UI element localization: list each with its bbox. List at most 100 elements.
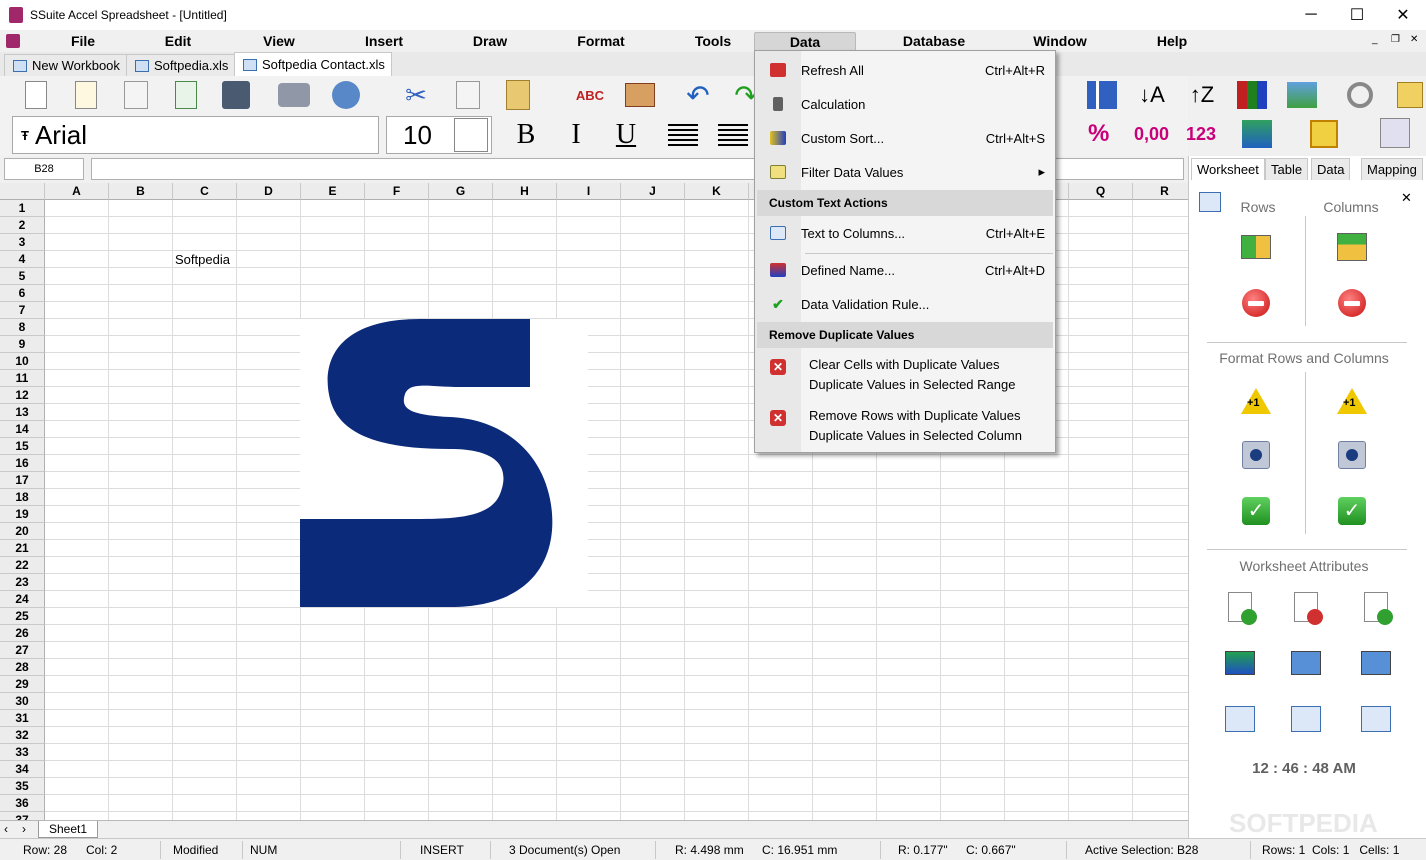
underline-button[interactable]: U (608, 118, 644, 152)
row-header[interactable]: 33 (0, 744, 45, 761)
column-autofit-icon[interactable]: ✓ (1335, 494, 1369, 528)
copy-sheet-icon[interactable] (1223, 702, 1257, 736)
row-header[interactable]: 23 (0, 574, 45, 591)
row-header[interactable]: 22 (0, 557, 45, 574)
font-size-stepper[interactable] (454, 118, 488, 152)
row-header[interactable]: 2 (0, 217, 45, 234)
panel-tab-table[interactable]: Table (1265, 158, 1309, 180)
row-header[interactable]: 17 (0, 472, 45, 489)
minimize-button[interactable]: ─ (1288, 0, 1334, 30)
row-header[interactable]: 34 (0, 761, 45, 778)
copy-document-icon[interactable] (118, 78, 154, 112)
table-border-icon[interactable] (1310, 120, 1338, 148)
row-header[interactable]: 5 (0, 268, 45, 285)
row-header[interactable]: 8 (0, 319, 45, 336)
insert-row-icon[interactable] (1239, 230, 1273, 264)
align-left-icon[interactable] (668, 124, 698, 146)
save-icon[interactable] (218, 78, 254, 112)
close-button[interactable]: ✕ (1380, 0, 1426, 30)
menu-item-filter-data[interactable]: Filter Data Values ▸ (755, 155, 1055, 189)
add-sheet-icon[interactable] (1223, 590, 1257, 625)
move-sheet-icon[interactable] (1289, 702, 1323, 736)
row-header[interactable]: 25 (0, 608, 45, 625)
number-button[interactable]: 123 (1186, 124, 1216, 145)
column-header[interactable]: I (557, 183, 621, 200)
column-header[interactable]: G (429, 183, 493, 200)
font-name-select[interactable]: Ŧ Arial (12, 116, 379, 154)
copy-icon[interactable] (450, 78, 486, 112)
delete-sheet-icon[interactable] (1359, 702, 1393, 736)
row-header[interactable]: 3 (0, 234, 45, 251)
delete-column-icon[interactable] (1335, 286, 1369, 320)
menu-item-refresh-all[interactable]: Refresh All Ctrl+Alt+R (755, 53, 1055, 87)
column-header[interactable]: D (237, 183, 301, 200)
panel-tab-worksheet[interactable]: Worksheet (1191, 158, 1265, 180)
undo-icon[interactable]: ↶ (680, 78, 716, 112)
column-header[interactable]: E (301, 183, 365, 200)
insert-sheet-icon[interactable] (1359, 590, 1393, 625)
mdi-close-button[interactable]: ✕ (1410, 34, 1418, 45)
row-header[interactable]: 19 (0, 506, 45, 523)
row-header[interactable]: 9 (0, 336, 45, 353)
mdi-restore-button[interactable]: ❐ (1391, 34, 1400, 45)
menu-data[interactable]: Data (754, 32, 856, 51)
menu-database[interactable]: Database (898, 32, 970, 51)
pen-icon[interactable] (1380, 118, 1410, 148)
column-header[interactable]: B (109, 183, 173, 200)
export-icon[interactable] (328, 78, 364, 112)
menu-item-clear-duplicate-cells[interactable]: ✕ Clear Cells with Duplicate Values Dupl… (755, 354, 1055, 398)
row-header[interactable]: 12 (0, 387, 45, 404)
row-header[interactable]: 14 (0, 421, 45, 438)
mdi-minimize-button[interactable]: _ (1372, 34, 1378, 45)
tab-new-workbook[interactable]: New Workbook (4, 54, 127, 76)
spreadsheet-icon[interactable] (168, 78, 204, 112)
italic-button[interactable]: I (558, 118, 594, 152)
row-header[interactable]: 36 (0, 795, 45, 812)
sheet-tab-sheet1[interactable]: Sheet1 (38, 821, 99, 838)
percent-button[interactable]: % (1088, 120, 1109, 148)
row-header[interactable]: 1 (0, 200, 45, 217)
column-header[interactable]: Q (1069, 183, 1133, 200)
doc-menu-icon[interactable] (6, 34, 20, 48)
menu-item-remove-duplicate-rows[interactable]: ✕ Remove Rows with Duplicate Values Dupl… (755, 405, 1055, 449)
row-header[interactable]: 4 (0, 251, 45, 268)
menu-window[interactable]: Window (1028, 32, 1092, 51)
column-header[interactable]: F (365, 183, 429, 200)
name-box[interactable]: B28 (4, 158, 84, 180)
books-icon[interactable] (1234, 78, 1270, 112)
sort-ascending-icon[interactable]: ↓A (1134, 78, 1170, 112)
menu-format[interactable]: Format (570, 32, 632, 51)
row-header[interactable]: 27 (0, 642, 45, 659)
menu-tools[interactable]: Tools (688, 32, 738, 51)
cell-c4[interactable]: Softpedia (175, 252, 230, 267)
menu-item-calculation[interactable]: Calculation (755, 87, 1055, 121)
unprotect-sheet-icon[interactable] (1359, 646, 1393, 680)
menu-item-defined-name[interactable]: Defined Name... Ctrl+Alt+D (755, 253, 1055, 287)
menu-item-custom-sort[interactable]: Custom Sort... Ctrl+Alt+S (755, 121, 1055, 155)
exit-icon[interactable] (1392, 78, 1426, 112)
column-header[interactable]: C (173, 183, 237, 200)
row-header[interactable]: 37 (0, 812, 45, 820)
print-icon[interactable] (276, 78, 312, 112)
column-width-increment-icon[interactable]: +1 (1335, 384, 1369, 418)
menu-insert[interactable]: Insert (358, 32, 410, 51)
column-header[interactable]: R (1133, 183, 1188, 200)
menu-help[interactable]: Help (1150, 32, 1194, 51)
menu-draw[interactable]: Draw (466, 32, 514, 51)
panel-close-icon[interactable]: ✕ (1401, 190, 1412, 206)
delete-row-icon[interactable] (1239, 286, 1273, 320)
tab-softpedia-contact[interactable]: Softpedia Contact.xls (234, 52, 392, 76)
sheet-color-icon[interactable] (1223, 646, 1257, 680)
row-header[interactable]: 24 (0, 591, 45, 608)
row-header[interactable]: 21 (0, 540, 45, 557)
column-header[interactable]: A (45, 183, 109, 200)
sheet-next-icon[interactable]: › (22, 822, 26, 836)
column-header[interactable]: J (621, 183, 685, 200)
row-header[interactable]: 32 (0, 727, 45, 744)
maximize-button[interactable]: ☐ (1334, 0, 1380, 30)
panel-tab-mapping[interactable]: Mapping (1361, 158, 1423, 180)
row-header[interactable]: 7 (0, 302, 45, 319)
image-icon[interactable] (1284, 78, 1320, 112)
row-height-set-icon[interactable] (1239, 438, 1273, 472)
menu-item-text-to-columns[interactable]: Text to Columns... Ctrl+Alt+E (755, 216, 1055, 250)
